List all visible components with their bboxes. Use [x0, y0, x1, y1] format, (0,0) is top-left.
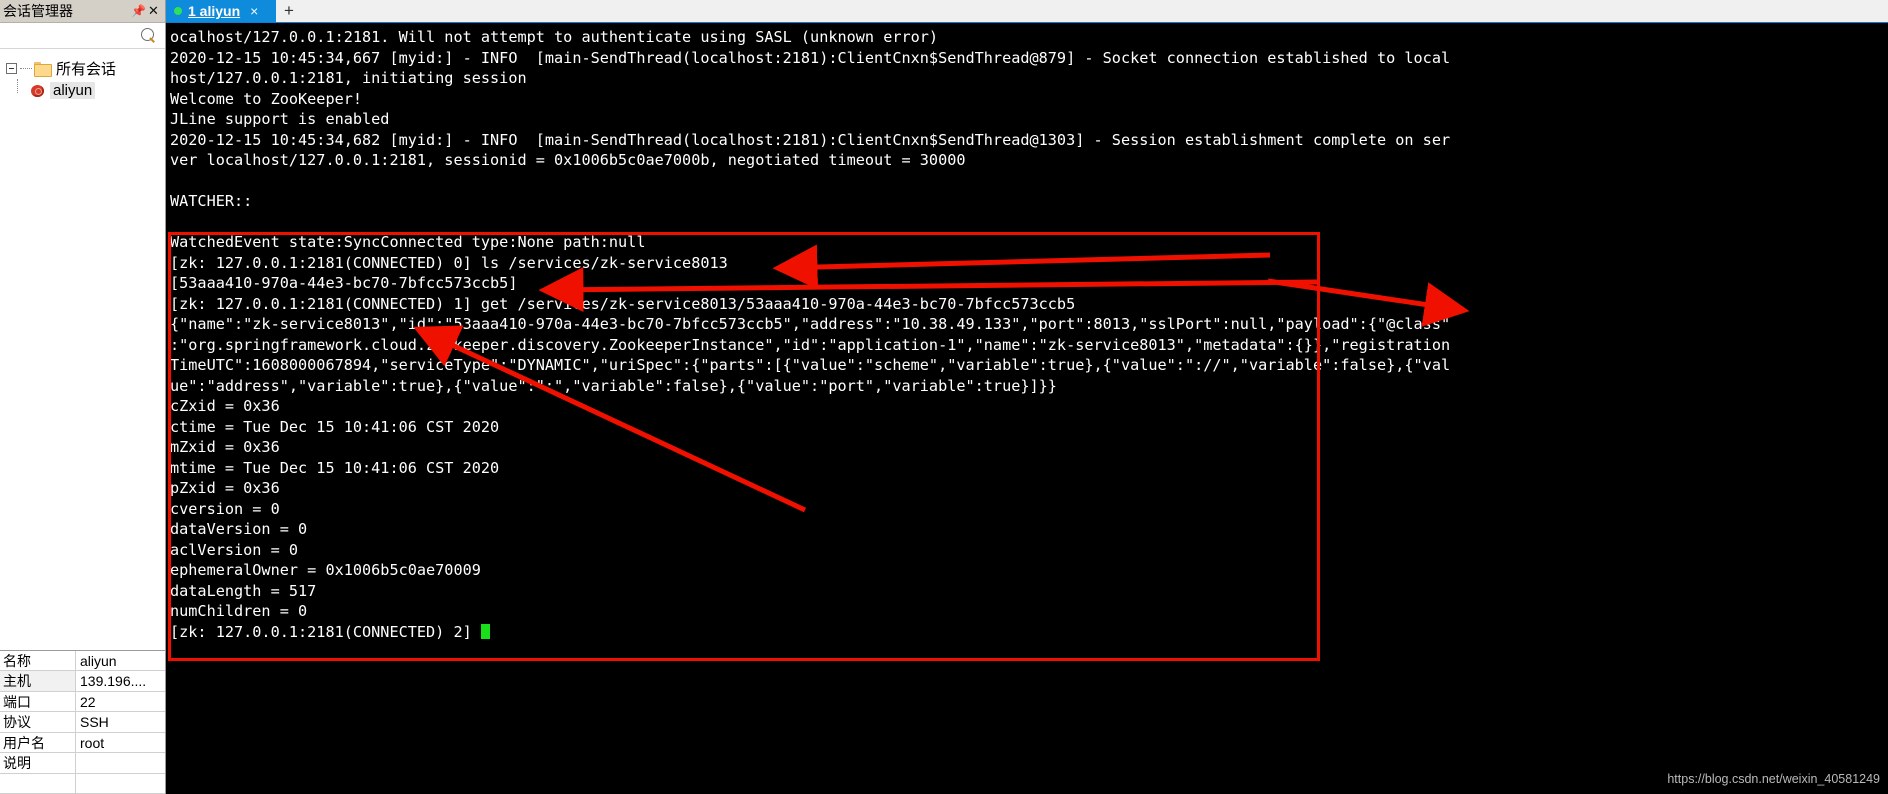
terminal-line: WATCHER::	[170, 192, 253, 210]
property-value: 139.196....	[80, 673, 147, 689]
terminal-line: Welcome to ZooKeeper!	[170, 89, 363, 108]
table-row: 名称 aliyun	[0, 650, 165, 671]
terminal-line: 2020-12-15 10:45:34,667 [myid:] - INFO […	[170, 48, 1451, 67]
session-manager-header: 会话管理器 📌 ✕	[0, 0, 165, 23]
terminal-line: cversion = 0	[170, 499, 280, 518]
property-key: 用户名	[0, 732, 76, 752]
table-row: 主机 139.196....	[0, 671, 165, 692]
terminal-cursor	[480, 623, 490, 639]
property-value: aliyun	[80, 652, 117, 669]
property-key: 主机	[0, 671, 76, 691]
terminal-line: JLine support is enabled	[170, 110, 390, 128]
status-dot-icon	[174, 7, 182, 15]
terminal-line: ue":"address","variable":true},{"value":…	[170, 376, 1057, 395]
table-row: 协议 SSH	[0, 712, 165, 733]
terminal-line: ctime = Tue Dec 15 10:41:06 CST 2020	[170, 417, 500, 436]
table-row: 用户名 root	[0, 732, 165, 753]
session-search-row	[0, 23, 165, 49]
collapse-icon[interactable]	[6, 62, 17, 74]
prompt-text: [zk: 127.0.0.1:2181(CONNECTED) 2]	[170, 622, 481, 641]
session-tree: 所有会话 aliyun	[0, 49, 165, 650]
tab-bar: 1 aliyun × +	[166, 0, 1888, 23]
terminal-line: mtime = Tue Dec 15 10:41:06 CST 2020	[170, 458, 500, 477]
terminal-prompt-line: [zk: 127.0.0.1:2181(CONNECTED) 2]	[170, 622, 1888, 643]
property-key: 说明	[0, 753, 76, 773]
property-value	[76, 753, 165, 773]
terminal-line: WatchedEvent state:SyncConnected type:No…	[170, 233, 646, 251]
property-key: 端口	[0, 691, 76, 711]
session-manager-panel: 会话管理器 📌 ✕ 所有会话 aliyun 名称 aliyun 主机 139.1…	[0, 0, 166, 794]
terminal-line: cZxid = 0x36	[170, 397, 280, 415]
tab-bar-spacer	[302, 0, 1888, 22]
terminal-line: {"name":"zk-service8013","id":"53aaa410-…	[170, 315, 1451, 333]
property-key: 协议	[0, 712, 76, 732]
folder-icon	[34, 61, 52, 77]
terminal-line: pZxid = 0x36	[170, 479, 280, 497]
terminal-line: dataLength = 517	[170, 581, 317, 600]
terminal-line: :"org.springframework.cloud.zookeeper.di…	[170, 335, 1451, 354]
terminal-line: mZxid = 0x36	[170, 438, 280, 456]
property-key	[0, 773, 76, 793]
terminal-line: ver localhost/127.0.0.1:2181, sessionid …	[170, 151, 966, 169]
session-properties-table: 名称 aliyun 主机 139.196.... 端口 22 协议 SSH 用户…	[0, 649, 165, 794]
pin-icon[interactable]: 📌	[131, 2, 146, 20]
tree-item-all-sessions[interactable]: 所有会话	[0, 57, 165, 79]
terminal-area: 1 aliyun × + ocalhost/127.0.0.1:2181. Wi…	[166, 0, 1888, 794]
terminal-line: dataVersion = 0	[170, 520, 308, 538]
terminal-line: [53aaa410-970a-44e3-bc70-7bfcc573ccb5]	[170, 274, 518, 292]
property-key: 名称	[0, 650, 76, 670]
terminal-line: ocalhost/127.0.0.1:2181. Will not attemp…	[170, 28, 939, 46]
terminal-output[interactable]: ocalhost/127.0.0.1:2181. Will not attemp…	[166, 23, 1888, 794]
property-value	[76, 774, 165, 794]
property-value: root	[80, 734, 105, 751]
terminal-line: TimeUTC":1608000067894,"serviceType":"DY…	[170, 356, 1451, 374]
property-value: 22	[80, 693, 96, 710]
property-value: SSH	[80, 714, 109, 730]
tree-item-aliyun[interactable]: aliyun	[0, 79, 165, 101]
terminal-line: numChildren = 0	[170, 602, 308, 620]
app-window: 会话管理器 📌 ✕ 所有会话 aliyun 名称 aliyun 主机 139.1…	[0, 0, 1888, 794]
tree-item-label: 所有会话	[56, 60, 117, 78]
terminal-line: ephemeralOwner = 0x1006b5c0ae70009	[170, 561, 481, 579]
table-row	[0, 773, 165, 794]
new-tab-button[interactable]: +	[276, 0, 302, 22]
search-icon[interactable]	[141, 27, 157, 44]
terminal-line: [zk: 127.0.0.1:2181(CONNECTED) 0] ls /se…	[170, 253, 728, 272]
table-row: 说明	[0, 753, 165, 774]
tab-label: 1 aliyun	[188, 3, 241, 19]
terminal-line: [zk: 127.0.0.1:2181(CONNECTED) 1] get /s…	[170, 294, 1076, 313]
terminal-line: 2020-12-15 10:45:34,682 [myid:] - INFO […	[170, 130, 1451, 149]
tree-connector-line	[17, 79, 18, 93]
table-row: 端口 22	[0, 691, 165, 712]
close-icon[interactable]: ×	[250, 3, 258, 19]
session-manager-title: 会话管理器	[3, 2, 73, 19]
watermark-text: https://blog.csdn.net/weixin_40581249	[1667, 772, 1880, 786]
terminal-line: aclVersion = 0	[170, 540, 299, 559]
tree-item-label: aliyun	[50, 81, 96, 99]
tab-aliyun[interactable]: 1 aliyun ×	[166, 0, 276, 22]
session-icon	[30, 83, 46, 98]
close-icon[interactable]: ✕	[146, 2, 161, 20]
terminal-line: host/127.0.0.1:2181, initiating session	[170, 69, 527, 87]
tree-dash	[20, 67, 32, 69]
